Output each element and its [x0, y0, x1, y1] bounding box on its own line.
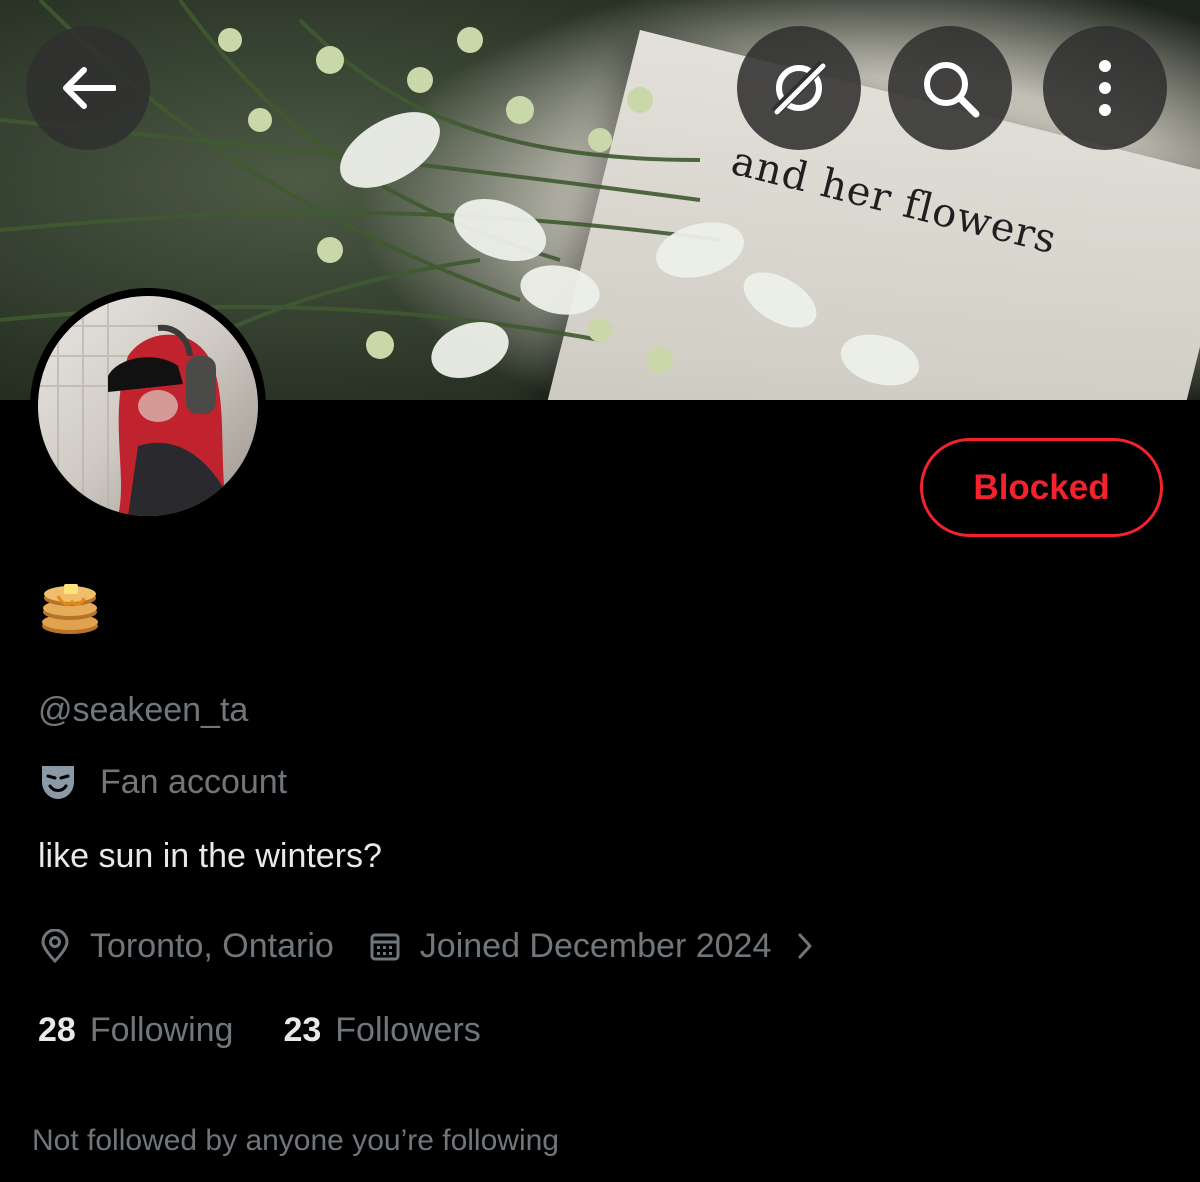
display-name: 🥞	[38, 576, 104, 636]
following-count: 28	[38, 1011, 76, 1049]
followers-count: 23	[283, 1011, 322, 1049]
search-button[interactable]	[888, 26, 1012, 150]
following-link[interactable]: 28 Following	[38, 1011, 233, 1050]
profile-category: Fan account	[38, 762, 287, 802]
location-pin-icon	[41, 929, 69, 963]
mutual-followers-text: Not followed by anyone you’re following	[32, 1124, 559, 1157]
back-button[interactable]	[26, 26, 150, 150]
pancakes-emoji	[42, 584, 98, 634]
profile-stats: 28 Following 23 Followers	[38, 1011, 481, 1050]
search-icon	[924, 62, 980, 118]
theater-mask-icon	[42, 766, 74, 799]
grok-icon	[771, 60, 827, 116]
avatar[interactable]	[30, 288, 266, 524]
following-label: Following	[89, 1011, 234, 1049]
grok-button[interactable]	[737, 26, 861, 150]
profile-handle: @seakeen_ta	[38, 691, 249, 729]
chevron-right-icon	[797, 932, 833, 960]
profile-meta: Toronto, Ontario Joined December 2024	[40, 924, 833, 968]
category-label: Fan account	[100, 762, 288, 801]
profile-bio: like sun in the winters?	[38, 837, 382, 875]
avatar-image	[38, 296, 258, 516]
arrow-left-icon	[63, 67, 116, 109]
calendar-icon	[370, 933, 400, 961]
blocked-button[interactable]: Blocked	[920, 438, 1163, 537]
more-button[interactable]	[1043, 26, 1167, 150]
followers-link[interactable]: 23 Followers	[283, 1011, 480, 1050]
profile-joined[interactable]: Joined December 2024	[370, 927, 834, 966]
followers-label: Followers	[335, 1011, 481, 1049]
more-vertical-icon	[1099, 60, 1111, 116]
profile-location: Toronto, Ontario	[40, 927, 334, 966]
